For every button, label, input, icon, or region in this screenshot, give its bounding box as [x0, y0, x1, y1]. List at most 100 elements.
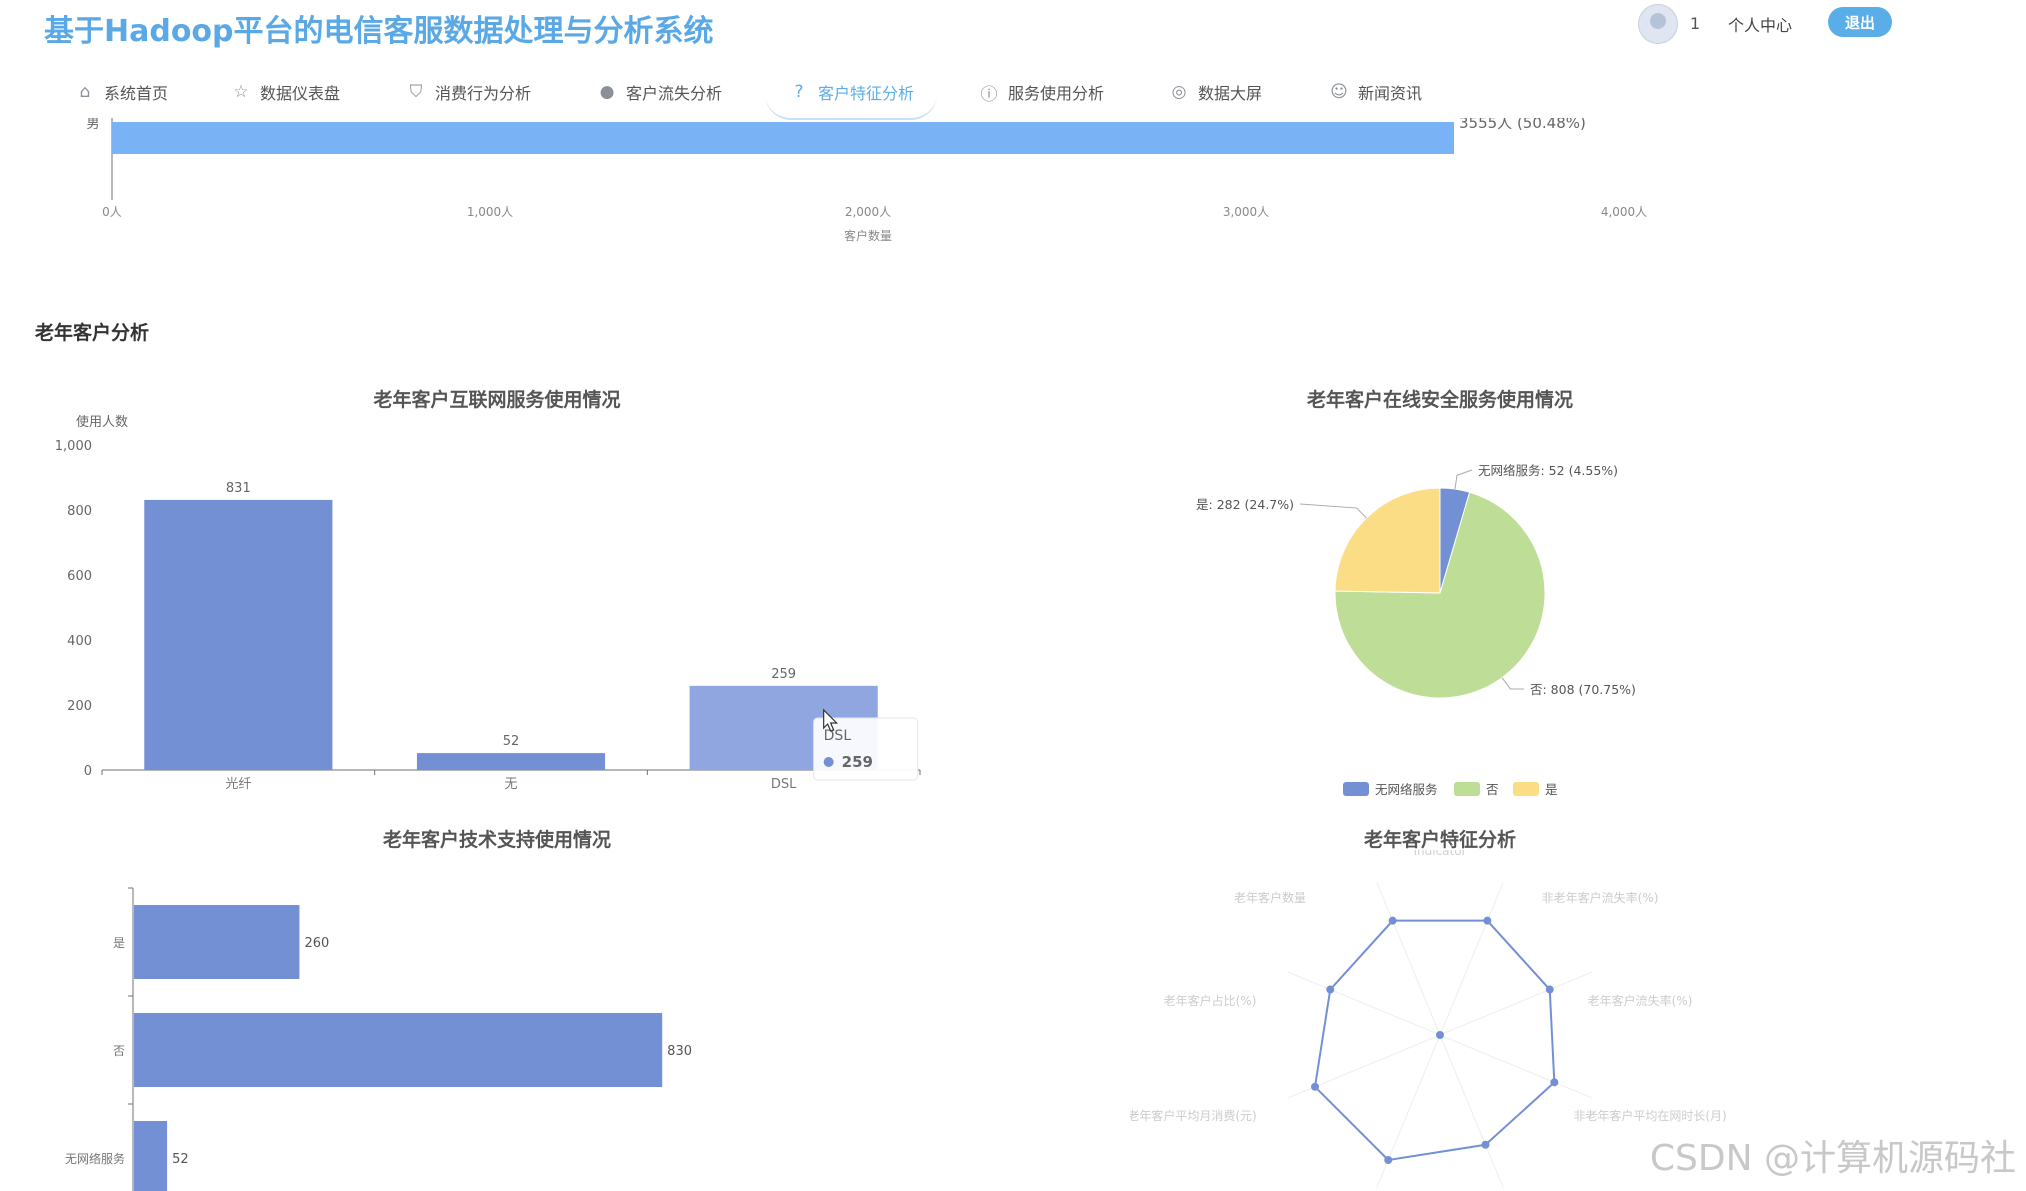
bar — [416, 753, 606, 770]
top-chart-bar — [112, 122, 1454, 154]
top-chart-bar-label: 3555人 (50.48%) — [1459, 118, 1586, 132]
x-tick-label: 光纤 — [225, 777, 251, 792]
internet-service-chart[interactable]: 使用人数 0 200 400 600 800 1,000 831 光纤 52 无 259 DSL DSL 2… — [40, 410, 940, 805]
bar — [134, 1121, 168, 1191]
tooltip-value: 259 — [842, 753, 873, 771]
nav-label: 客户特征分析 — [818, 84, 915, 103]
watermark: CSDN @计算机源码社 — [1649, 1138, 2016, 1179]
pie-label-line — [1501, 677, 1525, 690]
alert-icon: ● — [599, 82, 615, 102]
bar-value-label: 52 — [503, 734, 520, 749]
nav-label: 客户流失分析 — [626, 84, 723, 103]
logout-button[interactable]: 退出 — [1828, 7, 1892, 37]
avatar[interactable] — [1638, 4, 1678, 44]
legend-label: 无网络服务 — [1375, 782, 1438, 797]
pie-label-line — [1454, 469, 1473, 490]
bar-value-label: 52 — [172, 1152, 189, 1167]
radar-axis — [1287, 1034, 1441, 1099]
radar-indicator-label: 老年客户数量 — [1234, 890, 1306, 905]
radar-point — [1384, 1156, 1393, 1165]
y-axis-label: 使用人数 — [76, 414, 128, 430]
pie-slice-label: 无网络服务: 52 (4.55%) — [1478, 463, 1618, 478]
bar-value-label: 260 — [304, 936, 329, 951]
nav-item-news[interactable]: ☺ 新闻资讯 — [1330, 66, 1422, 118]
tooltip-marker — [823, 757, 834, 767]
radar-axis — [1376, 1034, 1441, 1188]
pie-slice-label: 否: 808 (70.75%) — [1530, 682, 1636, 697]
y-tick-label: 200 — [67, 699, 92, 714]
tech-support-chart[interactable]: 260 是 830 否 52 无网络服务 — [40, 870, 940, 1191]
nav-item-consumption[interactable]: ⛉ 消费行为分析 — [407, 66, 531, 118]
radar-point — [1483, 916, 1492, 925]
top-chart-tick: 0人 — [102, 205, 122, 219]
pie-slice-label: 是: 282 (24.7%) — [1196, 497, 1294, 512]
legend-swatch — [1343, 782, 1369, 796]
tooltip-name: DSL — [824, 728, 852, 744]
bar — [134, 905, 300, 979]
main-nav: ⌂ 系统首页 ☆ 数据仪表盘 ⛉ 消费行为分析 ● 客户流失分析 ? 客户特征分… — [60, 66, 1460, 118]
info-icon: ⓘ — [980, 84, 998, 105]
pie-label-line — [1299, 503, 1367, 519]
section-title: 老年客户分析 — [35, 322, 150, 344]
legend-swatch — [1513, 782, 1539, 796]
radar-series — [1313, 919, 1556, 1162]
radar-point — [1388, 916, 1397, 925]
y-tick-label: 400 — [67, 634, 92, 649]
top-chart-tick: 2,000人 — [845, 205, 891, 219]
radar-axis — [1439, 1034, 1593, 1099]
nav-label: 新闻资讯 — [1358, 84, 1423, 103]
app-title: 基于Hadoop平台的电信客服数据处理与分析系统 — [44, 14, 714, 49]
y-tick-label: 1,000 — [55, 439, 92, 454]
x-tick-label: 无 — [504, 777, 517, 792]
legend-swatch — [1454, 782, 1480, 796]
radar-center-point — [1436, 1031, 1444, 1039]
radar-point — [1310, 1082, 1319, 1091]
internet-chart-title: 老年客户互联网服务使用情况 — [373, 389, 621, 411]
y-tick-label: 800 — [67, 504, 92, 519]
top-chart-tick: 1,000人 — [467, 205, 513, 219]
nav-item-customer-features[interactable]: ? 客户特征分析 — [790, 66, 914, 118]
y-tick-label: 否 — [113, 1044, 125, 1058]
bar-value-label: 259 — [771, 667, 796, 682]
radar-axis — [1376, 882, 1441, 1036]
nav-item-home[interactable]: ⌂ 系统首页 — [76, 66, 168, 118]
y-tick-label: 0 — [84, 764, 92, 779]
nav-item-big-screen[interactable]: ◎ 数据大屏 — [1170, 66, 1262, 118]
radar-indicator-label: 非老年客户平均在网时长(月) — [1573, 1108, 1726, 1123]
bar — [144, 499, 333, 770]
radar-point — [1550, 1078, 1559, 1087]
top-chart-axis-title: 客户数量 — [844, 228, 892, 243]
legend-label: 否 — [1486, 782, 1499, 797]
radar-axis — [1287, 971, 1441, 1036]
security-chart-title: 老年客户在线安全服务使用情况 — [1306, 389, 1573, 411]
screen-icon: ◎ — [1171, 82, 1187, 102]
top-chart-category: 男 — [86, 118, 99, 132]
x-tick-label: DSL — [771, 777, 797, 792]
top-gender-chart: 男 3555人 (50.48%) 0人 1,000人 2,000人 3,000人… — [86, 118, 1647, 243]
y-tick-label: 是 — [113, 936, 125, 950]
radar-legend: Indicator — [1413, 850, 1466, 858]
radar-indicator-label: 老年客户流失率(%) — [1588, 993, 1693, 1008]
bar — [134, 1013, 663, 1087]
question-icon: ? — [794, 82, 804, 102]
legend-label: 是 — [1545, 782, 1558, 797]
bar-value-label: 830 — [667, 1044, 692, 1059]
nav-item-churn[interactable]: ● 客户流失分析 — [598, 66, 722, 118]
star-icon: ☆ — [233, 82, 249, 102]
nav-item-dashboard[interactable]: ☆ 数据仪表盘 — [232, 66, 340, 118]
radar-axis — [1439, 971, 1593, 1036]
radar-point — [1545, 985, 1554, 994]
top-chart-tick: 3,000人 — [1223, 205, 1269, 219]
online-security-chart[interactable]: 无网络服务: 52 (4.55%) 否: 808 (70.75%) 是: 282 (… — [1150, 440, 1750, 810]
pie-slice — [1334, 487, 1441, 594]
radar-point — [1481, 1140, 1490, 1149]
radar-indicator-label: 老年客户平均月消费(元) — [1130, 1108, 1257, 1123]
nav-label: 数据大屏 — [1198, 84, 1263, 103]
profile-link[interactable]: 个人中心 — [1728, 12, 1792, 36]
radar-indicator-label: 老年客户占比(%) — [1164, 993, 1257, 1008]
news-icon: ☺ — [1330, 82, 1348, 102]
bar-value-label: 831 — [226, 481, 251, 496]
radar-indicator-label: 非老年客户流失率(%) — [1542, 890, 1659, 905]
nav-item-service-usage[interactable]: ⓘ 服务使用分析 — [980, 66, 1105, 118]
bag-icon: ⛉ — [409, 82, 423, 102]
